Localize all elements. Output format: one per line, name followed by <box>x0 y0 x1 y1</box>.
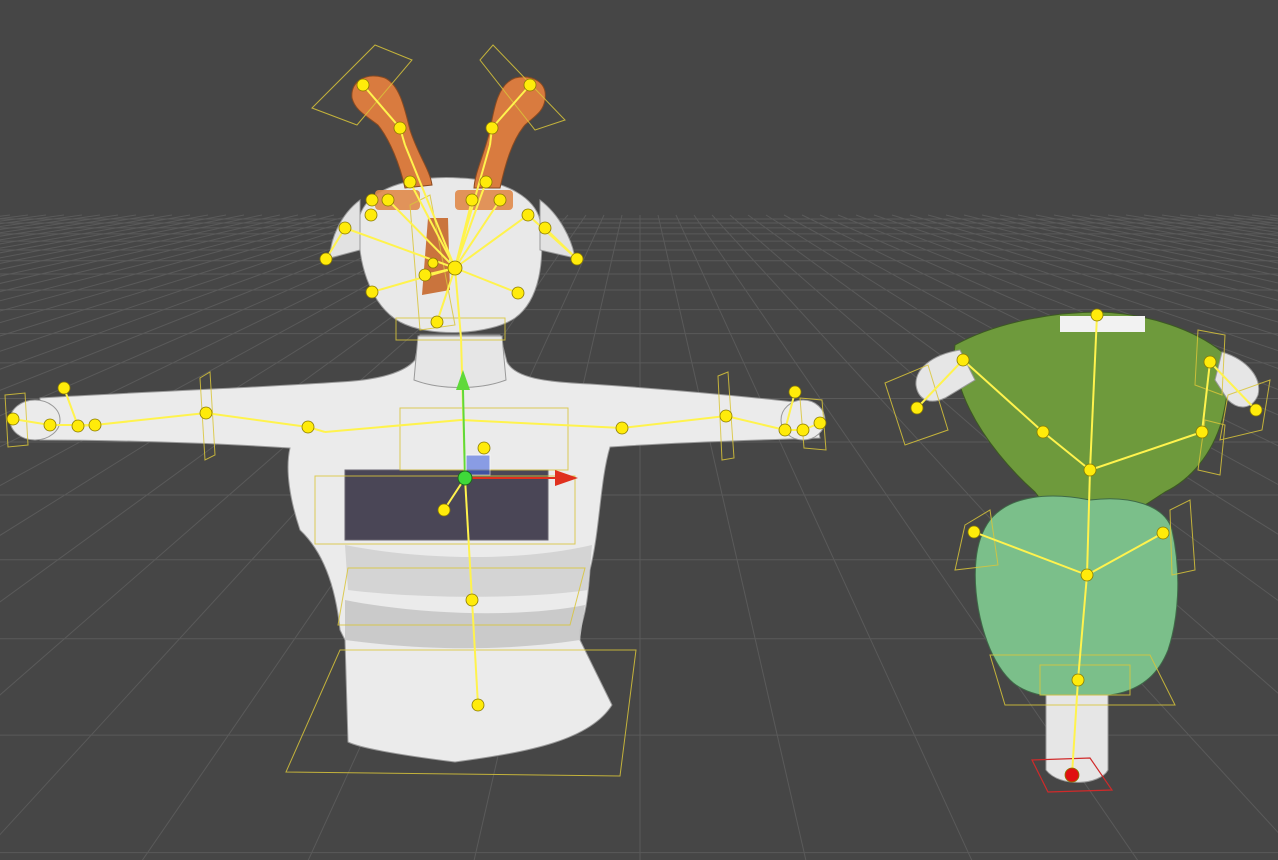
joint-right-inner[interactable] <box>1195 425 1209 439</box>
joint-left-ear-mid[interactable] <box>393 121 407 135</box>
joint-left-rim[interactable] <box>956 353 970 367</box>
joint-head[interactable] <box>447 260 463 276</box>
scene-viewport[interactable] <box>0 0 1278 860</box>
joint-jaw[interactable] <box>430 315 444 329</box>
joint-cheek-left[interactable] <box>365 285 379 299</box>
joint-ear-base-right[interactable] <box>479 175 493 189</box>
joint-left-palm[interactable] <box>71 419 85 433</box>
joint-left-ear-tip[interactable] <box>356 78 370 92</box>
joint-nose[interactable] <box>427 257 439 269</box>
joint-right-ear-tip[interactable] <box>523 78 537 92</box>
joint-left-inner[interactable] <box>1036 425 1050 439</box>
joint-bulb[interactable] <box>1080 568 1094 582</box>
gizmo-center-handle[interactable] <box>457 470 473 486</box>
joint-top[interactable] <box>1090 308 1104 322</box>
joint-eye-left[interactable] <box>381 193 395 207</box>
joint-left-shoulder[interactable] <box>301 420 315 434</box>
joint-flap-left[interactable] <box>338 221 352 235</box>
joint-left-wrist[interactable] <box>88 418 102 432</box>
joint-pelvis[interactable] <box>437 503 451 517</box>
joint-left-thumb[interactable] <box>57 381 71 395</box>
joint-root[interactable] <box>1064 767 1080 783</box>
joint-hip[interactable] <box>471 698 485 712</box>
joint-eye-right[interactable] <box>465 193 479 207</box>
joint-chest[interactable] <box>477 441 491 455</box>
vase-top-cap <box>1060 316 1145 332</box>
joint-left-fingertip[interactable] <box>6 412 20 426</box>
joint-right-elbow[interactable] <box>719 409 733 423</box>
joint-flap-right-mid[interactable] <box>538 221 552 235</box>
joint-right-thumb[interactable] <box>788 385 802 399</box>
joint-mouth[interactable] <box>418 268 432 282</box>
scene-canvas[interactable] <box>0 0 1278 860</box>
joint-neck[interactable] <box>1083 463 1097 477</box>
joint-right-rim[interactable] <box>1203 355 1217 369</box>
joint-eyelid-left[interactable] <box>365 193 379 207</box>
joint-bulb-left[interactable] <box>967 525 981 539</box>
joint-right-handle[interactable] <box>1249 403 1263 417</box>
joint-right-wrist[interactable] <box>778 423 792 437</box>
joint-left-finger[interactable] <box>43 418 57 432</box>
joint-left-elbow[interactable] <box>199 406 213 420</box>
joint-flap-right[interactable] <box>521 208 535 222</box>
joint-right-ear-mid[interactable] <box>485 121 499 135</box>
joint-bulb-right[interactable] <box>1156 526 1170 540</box>
joint-ear-base-left[interactable] <box>403 175 417 189</box>
joint-cheek-right[interactable] <box>511 286 525 300</box>
joint-right-fingertip[interactable] <box>813 416 827 430</box>
joint-right-palm[interactable] <box>796 423 810 437</box>
joint-left-handle[interactable] <box>910 401 924 415</box>
joint-eyebrow-left[interactable] <box>364 208 378 222</box>
joint-right-shoulder[interactable] <box>615 421 629 435</box>
joint-spine[interactable] <box>465 593 479 607</box>
joint-eyelid-right[interactable] <box>493 193 507 207</box>
vase-lower-mesh[interactable] <box>974 495 1179 699</box>
joint-flap-right-tip[interactable] <box>570 252 584 266</box>
joint-flap-left-tip[interactable] <box>319 252 333 266</box>
joint-stem[interactable] <box>1071 673 1085 687</box>
gizmo-xy-plane-handle[interactable] <box>465 454 491 476</box>
